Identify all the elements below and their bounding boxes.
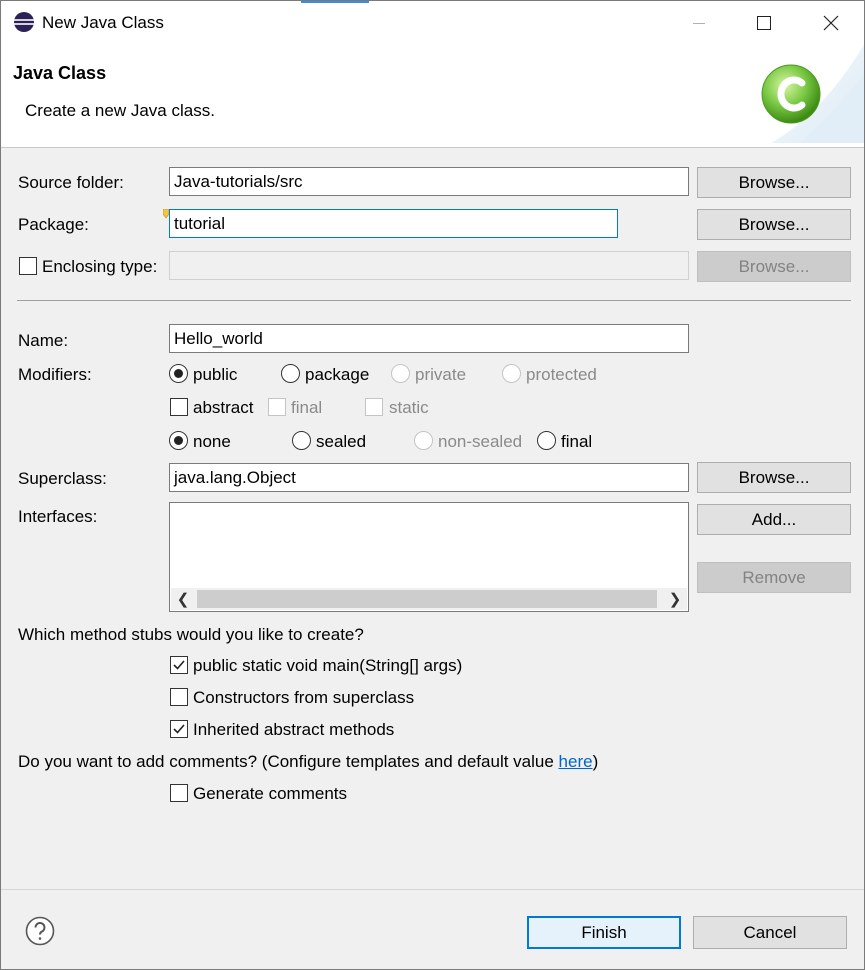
superclass-label: Superclass: xyxy=(18,469,107,488)
inheritance-final-label: final xyxy=(561,432,593,451)
stub-constructors-checkbox[interactable] xyxy=(170,688,188,706)
configure-templates-link[interactable]: here xyxy=(559,752,593,771)
scroll-right-icon[interactable]: ❯ xyxy=(663,588,687,610)
package-field[interactable]: tutorial xyxy=(169,209,618,238)
horizontal-scrollbar[interactable]: ❮ ❯ xyxy=(171,588,687,610)
interfaces-add-button[interactable]: Add... xyxy=(697,504,851,535)
enclosing-type-label: Enclosing type: xyxy=(42,257,158,276)
modifier-package-label: package xyxy=(305,365,370,384)
name-field[interactable]: Hello_world xyxy=(169,324,689,353)
enclosing-type-browse-button: Browse... xyxy=(697,251,851,282)
package-label: Package: xyxy=(18,215,89,234)
modifiers-label: Modifiers: xyxy=(18,365,92,384)
eclipse-app-icon xyxy=(14,12,34,32)
comments-question: Do you want to add comments? (Configure … xyxy=(18,752,598,772)
close-button[interactable] xyxy=(808,1,854,45)
radio-selected-dot xyxy=(174,436,183,445)
source-folder-field[interactable]: Java-tutorials/src xyxy=(169,167,689,196)
generate-comments-label: Generate comments xyxy=(193,784,348,803)
checkmark-icon xyxy=(173,660,185,670)
inheritance-non-sealed-label: non-sealed xyxy=(438,432,523,451)
modifier-protected-label: protected xyxy=(526,365,597,384)
stub-inherited-label: Inherited abstract methods xyxy=(193,720,395,739)
method-stubs-question: Which method stubs would you like to cre… xyxy=(18,625,364,644)
modifier-abstract-checkbox[interactable] xyxy=(170,398,188,416)
minimize-button[interactable] xyxy=(676,1,722,45)
enclosing-type-field xyxy=(169,251,689,280)
stub-constructors-label: Constructors from superclass xyxy=(193,688,415,707)
checkmark-icon xyxy=(173,724,185,734)
java-class-logo-icon xyxy=(761,45,864,143)
modifier-final-label: final xyxy=(291,398,323,417)
window-title: New Java Class xyxy=(42,13,164,32)
radio-selected-dot xyxy=(174,369,183,378)
stub-main-label: public static void main(String[] args) xyxy=(193,656,463,675)
scroll-left-icon[interactable]: ❮ xyxy=(171,588,195,610)
comments-question-suffix: ) xyxy=(592,752,599,771)
scrollbar-thumb[interactable] xyxy=(197,590,657,608)
name-label: Name: xyxy=(18,331,69,350)
inheritance-final-radio[interactable] xyxy=(537,431,556,450)
enclosing-type-checkbox[interactable] xyxy=(19,257,37,275)
modifier-static-checkbox xyxy=(365,398,383,416)
banner-title: Java Class xyxy=(13,63,107,83)
maximize-icon xyxy=(757,16,771,30)
title-accent-bar xyxy=(301,1,369,3)
modifier-package-radio[interactable] xyxy=(281,364,300,383)
section-separator xyxy=(17,300,851,301)
stub-inherited-checkbox[interactable] xyxy=(170,720,188,738)
inheritance-none-label: none xyxy=(193,432,231,451)
interfaces-list[interactable]: ❮ ❯ xyxy=(169,502,689,612)
banner-description: Create a new Java class. xyxy=(25,101,215,120)
cancel-button[interactable]: Cancel xyxy=(693,916,847,949)
finish-button[interactable]: Finish xyxy=(527,916,681,949)
modifier-private-radio xyxy=(391,364,410,383)
new-java-class-dialog: New Java Class Java Class Create a new J… xyxy=(0,0,865,970)
close-icon xyxy=(823,15,839,31)
comments-question-text: Do you want to add comments? (Configure … xyxy=(18,752,559,771)
source-folder-label: Source folder: xyxy=(18,173,124,192)
maximize-button[interactable] xyxy=(741,1,787,45)
modifier-private-label: private xyxy=(415,365,467,384)
modifier-public-radio[interactable] xyxy=(169,364,188,383)
modifier-protected-radio xyxy=(502,364,521,383)
source-folder-browse-button[interactable]: Browse... xyxy=(697,167,851,198)
package-browse-button[interactable]: Browse... xyxy=(697,209,851,240)
stub-main-checkbox[interactable] xyxy=(170,656,188,674)
superclass-field[interactable]: java.lang.Object xyxy=(169,463,689,492)
generate-comments-checkbox[interactable] xyxy=(170,784,188,802)
inheritance-sealed-radio[interactable] xyxy=(292,431,311,450)
interfaces-label: Interfaces: xyxy=(18,507,98,526)
modifier-abstract-label: abstract xyxy=(193,398,254,417)
help-icon[interactable] xyxy=(25,916,55,946)
wizard-banner: Java Class Create a new Java class. xyxy=(1,45,864,148)
inheritance-non-sealed-radio xyxy=(414,431,433,450)
inheritance-sealed-label: sealed xyxy=(316,432,367,451)
modifier-static-label: static xyxy=(389,398,429,417)
minimize-icon xyxy=(693,22,705,24)
inheritance-none-radio[interactable] xyxy=(169,431,188,450)
modifier-final-checkbox xyxy=(268,398,286,416)
superclass-browse-button[interactable]: Browse... xyxy=(697,462,851,493)
title-bar[interactable]: New Java Class xyxy=(1,1,864,45)
interfaces-remove-button: Remove xyxy=(697,562,851,593)
footer-separator xyxy=(1,889,864,890)
modifier-public-label: public xyxy=(193,365,238,384)
